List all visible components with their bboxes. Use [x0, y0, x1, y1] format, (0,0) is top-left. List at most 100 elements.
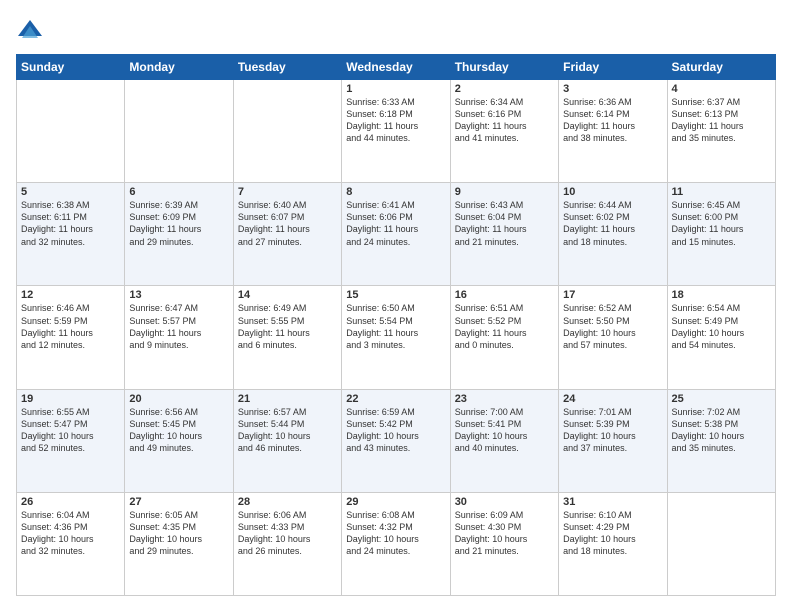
day-info: Sunrise: 6:51 AM Sunset: 5:52 PM Dayligh… — [455, 302, 554, 351]
day-info: Sunrise: 6:49 AM Sunset: 5:55 PM Dayligh… — [238, 302, 337, 351]
day-cell: 21Sunrise: 6:57 AM Sunset: 5:44 PM Dayli… — [233, 389, 341, 492]
day-info: Sunrise: 6:50 AM Sunset: 5:54 PM Dayligh… — [346, 302, 445, 351]
day-cell: 1Sunrise: 6:33 AM Sunset: 6:18 PM Daylig… — [342, 80, 450, 183]
day-number: 16 — [455, 289, 554, 301]
day-info: Sunrise: 6:08 AM Sunset: 4:32 PM Dayligh… — [346, 509, 445, 558]
day-info: Sunrise: 6:57 AM Sunset: 5:44 PM Dayligh… — [238, 406, 337, 455]
day-cell: 30Sunrise: 6:09 AM Sunset: 4:30 PM Dayli… — [450, 492, 558, 595]
day-number: 29 — [346, 496, 445, 508]
day-cell: 13Sunrise: 6:47 AM Sunset: 5:57 PM Dayli… — [125, 286, 233, 389]
day-info: Sunrise: 6:37 AM Sunset: 6:13 PM Dayligh… — [672, 96, 771, 145]
day-cell: 5Sunrise: 6:38 AM Sunset: 6:11 PM Daylig… — [17, 183, 125, 286]
day-cell: 11Sunrise: 6:45 AM Sunset: 6:00 PM Dayli… — [667, 183, 775, 286]
day-number: 8 — [346, 186, 445, 198]
day-cell: 15Sunrise: 6:50 AM Sunset: 5:54 PM Dayli… — [342, 286, 450, 389]
day-number: 24 — [563, 393, 662, 405]
header — [16, 16, 776, 44]
day-cell: 27Sunrise: 6:05 AM Sunset: 4:35 PM Dayli… — [125, 492, 233, 595]
week-row-3: 19Sunrise: 6:55 AM Sunset: 5:47 PM Dayli… — [17, 389, 776, 492]
weekday-monday: Monday — [125, 55, 233, 80]
weekday-thursday: Thursday — [450, 55, 558, 80]
day-cell: 16Sunrise: 6:51 AM Sunset: 5:52 PM Dayli… — [450, 286, 558, 389]
day-number: 18 — [672, 289, 771, 301]
day-cell: 28Sunrise: 6:06 AM Sunset: 4:33 PM Dayli… — [233, 492, 341, 595]
day-number: 28 — [238, 496, 337, 508]
day-info: Sunrise: 6:52 AM Sunset: 5:50 PM Dayligh… — [563, 302, 662, 351]
day-info: Sunrise: 6:10 AM Sunset: 4:29 PM Dayligh… — [563, 509, 662, 558]
day-number: 15 — [346, 289, 445, 301]
day-number: 21 — [238, 393, 337, 405]
day-number: 17 — [563, 289, 662, 301]
day-info: Sunrise: 6:36 AM Sunset: 6:14 PM Dayligh… — [563, 96, 662, 145]
day-cell: 14Sunrise: 6:49 AM Sunset: 5:55 PM Dayli… — [233, 286, 341, 389]
day-info: Sunrise: 6:05 AM Sunset: 4:35 PM Dayligh… — [129, 509, 228, 558]
day-info: Sunrise: 6:43 AM Sunset: 6:04 PM Dayligh… — [455, 199, 554, 248]
day-cell: 24Sunrise: 7:01 AM Sunset: 5:39 PM Dayli… — [559, 389, 667, 492]
day-number: 23 — [455, 393, 554, 405]
day-info: Sunrise: 6:47 AM Sunset: 5:57 PM Dayligh… — [129, 302, 228, 351]
day-cell: 9Sunrise: 6:43 AM Sunset: 6:04 PM Daylig… — [450, 183, 558, 286]
day-info: Sunrise: 6:46 AM Sunset: 5:59 PM Dayligh… — [21, 302, 120, 351]
day-cell: 8Sunrise: 6:41 AM Sunset: 6:06 PM Daylig… — [342, 183, 450, 286]
day-number: 10 — [563, 186, 662, 198]
day-number: 1 — [346, 83, 445, 95]
day-cell: 7Sunrise: 6:40 AM Sunset: 6:07 PM Daylig… — [233, 183, 341, 286]
day-number: 27 — [129, 496, 228, 508]
page: SundayMondayTuesdayWednesdayThursdayFrid… — [0, 0, 792, 612]
day-cell: 22Sunrise: 6:59 AM Sunset: 5:42 PM Dayli… — [342, 389, 450, 492]
day-number: 19 — [21, 393, 120, 405]
logo-icon — [16, 16, 44, 44]
weekday-header-row: SundayMondayTuesdayWednesdayThursdayFrid… — [17, 55, 776, 80]
day-number: 20 — [129, 393, 228, 405]
day-cell: 23Sunrise: 7:00 AM Sunset: 5:41 PM Dayli… — [450, 389, 558, 492]
day-cell: 31Sunrise: 6:10 AM Sunset: 4:29 PM Dayli… — [559, 492, 667, 595]
day-info: Sunrise: 7:00 AM Sunset: 5:41 PM Dayligh… — [455, 406, 554, 455]
day-number: 26 — [21, 496, 120, 508]
day-info: Sunrise: 6:33 AM Sunset: 6:18 PM Dayligh… — [346, 96, 445, 145]
day-cell: 3Sunrise: 6:36 AM Sunset: 6:14 PM Daylig… — [559, 80, 667, 183]
day-info: Sunrise: 6:59 AM Sunset: 5:42 PM Dayligh… — [346, 406, 445, 455]
day-number: 13 — [129, 289, 228, 301]
weekday-friday: Friday — [559, 55, 667, 80]
day-info: Sunrise: 6:44 AM Sunset: 6:02 PM Dayligh… — [563, 199, 662, 248]
day-number: 31 — [563, 496, 662, 508]
day-cell: 6Sunrise: 6:39 AM Sunset: 6:09 PM Daylig… — [125, 183, 233, 286]
weekday-sunday: Sunday — [17, 55, 125, 80]
day-info: Sunrise: 6:39 AM Sunset: 6:09 PM Dayligh… — [129, 199, 228, 248]
calendar-table: SundayMondayTuesdayWednesdayThursdayFrid… — [16, 54, 776, 596]
weekday-wednesday: Wednesday — [342, 55, 450, 80]
day-cell: 19Sunrise: 6:55 AM Sunset: 5:47 PM Dayli… — [17, 389, 125, 492]
day-number: 2 — [455, 83, 554, 95]
day-info: Sunrise: 6:38 AM Sunset: 6:11 PM Dayligh… — [21, 199, 120, 248]
day-cell — [125, 80, 233, 183]
day-info: Sunrise: 6:40 AM Sunset: 6:07 PM Dayligh… — [238, 199, 337, 248]
day-info: Sunrise: 6:56 AM Sunset: 5:45 PM Dayligh… — [129, 406, 228, 455]
weekday-saturday: Saturday — [667, 55, 775, 80]
day-cell: 29Sunrise: 6:08 AM Sunset: 4:32 PM Dayli… — [342, 492, 450, 595]
day-number: 4 — [672, 83, 771, 95]
day-number: 5 — [21, 186, 120, 198]
day-number: 30 — [455, 496, 554, 508]
day-info: Sunrise: 6:04 AM Sunset: 4:36 PM Dayligh… — [21, 509, 120, 558]
day-info: Sunrise: 6:54 AM Sunset: 5:49 PM Dayligh… — [672, 302, 771, 351]
day-info: Sunrise: 6:06 AM Sunset: 4:33 PM Dayligh… — [238, 509, 337, 558]
day-info: Sunrise: 6:41 AM Sunset: 6:06 PM Dayligh… — [346, 199, 445, 248]
day-number: 9 — [455, 186, 554, 198]
day-info: Sunrise: 6:55 AM Sunset: 5:47 PM Dayligh… — [21, 406, 120, 455]
day-cell — [667, 492, 775, 595]
day-info: Sunrise: 6:45 AM Sunset: 6:00 PM Dayligh… — [672, 199, 771, 248]
day-cell: 4Sunrise: 6:37 AM Sunset: 6:13 PM Daylig… — [667, 80, 775, 183]
day-cell: 17Sunrise: 6:52 AM Sunset: 5:50 PM Dayli… — [559, 286, 667, 389]
day-number: 6 — [129, 186, 228, 198]
week-row-2: 12Sunrise: 6:46 AM Sunset: 5:59 PM Dayli… — [17, 286, 776, 389]
day-info: Sunrise: 6:34 AM Sunset: 6:16 PM Dayligh… — [455, 96, 554, 145]
logo — [16, 16, 48, 44]
day-cell: 26Sunrise: 6:04 AM Sunset: 4:36 PM Dayli… — [17, 492, 125, 595]
day-cell: 25Sunrise: 7:02 AM Sunset: 5:38 PM Dayli… — [667, 389, 775, 492]
day-cell: 2Sunrise: 6:34 AM Sunset: 6:16 PM Daylig… — [450, 80, 558, 183]
day-cell: 20Sunrise: 6:56 AM Sunset: 5:45 PM Dayli… — [125, 389, 233, 492]
day-info: Sunrise: 7:02 AM Sunset: 5:38 PM Dayligh… — [672, 406, 771, 455]
day-info: Sunrise: 7:01 AM Sunset: 5:39 PM Dayligh… — [563, 406, 662, 455]
day-number: 22 — [346, 393, 445, 405]
day-number: 14 — [238, 289, 337, 301]
